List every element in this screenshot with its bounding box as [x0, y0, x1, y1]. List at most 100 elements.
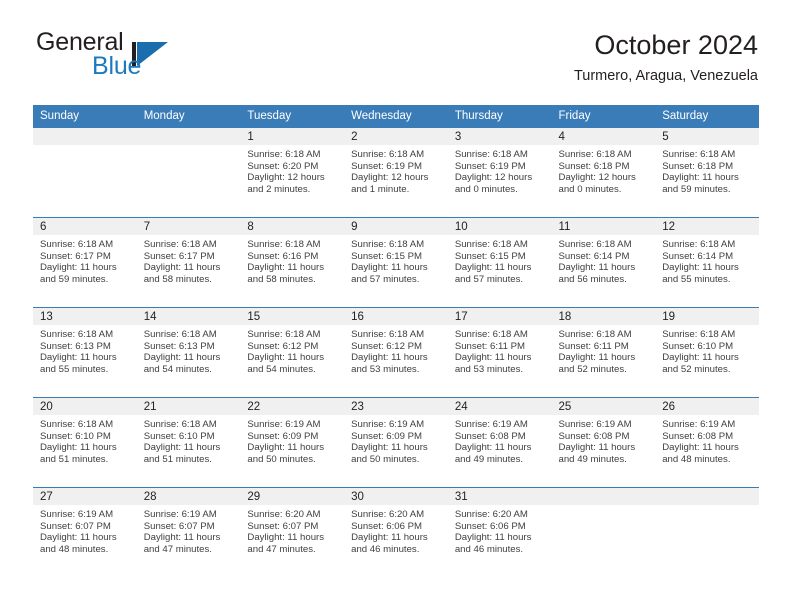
day-number: 12 [655, 218, 759, 235]
day-details: Sunrise: 6:18 AM Sunset: 6:19 PM Daylight:… [448, 145, 552, 195]
calendar-day-cell[interactable]: 11 Sunrise: 6:18 AM Sunset: 6:14 PM Dayligh… [551, 217, 656, 308]
sunset-text: Sunset: 6:18 PM [558, 160, 630, 172]
daylight-text-line1: Daylight: 11 hours [454, 262, 532, 274]
sunrise-text: Sunrise: 6:19 AM [143, 509, 217, 520]
day-number: 10 [447, 218, 552, 235]
sunrise-text: Sunrise: 6:18 AM [662, 329, 736, 340]
day-number: 29 [240, 488, 345, 505]
calendar-day-cell[interactable]: 12 Sunrise: 6:18 AM Sunset: 6:14 PM Dayligh… [655, 217, 759, 308]
calendar-day-cell[interactable]: 4 Sunrise: 6:18 AM Sunset: 6:18 PM Daylight… [551, 127, 656, 218]
sunrise-text: Sunrise: 6:19 AM [351, 419, 425, 430]
day-cell-content: 18 Sunrise: 6:18 AM Sunset: 6:11 PM Dayligh… [551, 308, 656, 397]
calendar-day-cell[interactable]: 5 Sunrise: 6:18 AM Sunset: 6:18 PM Daylight… [655, 127, 759, 218]
day-cell-content: 26 Sunrise: 6:19 AM Sunset: 6:08 PM Dayligh… [655, 398, 759, 487]
sunrise-text: Sunrise: 6:19 AM [662, 419, 736, 430]
sunrise-text: Sunrise: 6:18 AM [558, 329, 632, 340]
calendar-day-cell[interactable]: 26 Sunrise: 6:19 AM Sunset: 6:08 PM Dayligh… [655, 397, 759, 488]
day-number: 8 [240, 218, 345, 235]
day-details: Sunrise: 6:19 AM Sunset: 6:09 PM Daylight:… [240, 415, 344, 465]
calendar-day-cell[interactable]: 22 Sunrise: 6:19 AM Sunset: 6:09 PM Dayligh… [240, 397, 345, 488]
calendar-day-cell[interactable]: 2 Sunrise: 6:18 AM Sunset: 6:19 PM Daylight… [344, 127, 448, 218]
logo-triangle-shape [137, 42, 168, 66]
calendar-day-cell[interactable]: 14 Sunrise: 6:18 AM Sunset: 6:13 PM Dayligh… [136, 307, 241, 398]
day-cell-content: 1 Sunrise: 6:18 AM Sunset: 6:20 PM Daylight… [240, 128, 345, 217]
calendar-day-cell[interactable]: 3 Sunrise: 6:18 AM Sunset: 6:19 PM Daylight… [447, 127, 552, 218]
sunset-text: Sunset: 6:10 PM [40, 430, 111, 442]
daylight-text-line1: Daylight: 12 hours [351, 172, 429, 184]
daylight-text-line2: and 47 minutes. [143, 543, 212, 555]
day-details: Sunrise: 6:18 AM Sunset: 6:15 PM Daylight:… [448, 235, 552, 285]
day-details: Sunrise: 6:19 AM Sunset: 6:09 PM Daylight:… [344, 415, 448, 465]
day-cell-content: 12 Sunrise: 6:18 AM Sunset: 6:14 PM Dayligh… [655, 218, 759, 307]
calendar-day-cell[interactable]: 29 Sunrise: 6:20 AM Sunset: 6:07 PM Dayligh… [240, 487, 345, 578]
sunset-text: Sunset: 6:20 PM [247, 160, 319, 172]
sunrise-text: Sunrise: 6:19 AM [247, 419, 321, 430]
calendar-day-cell[interactable]: 6 Sunrise: 6:18 AM Sunset: 6:17 PM Daylight… [33, 217, 137, 308]
day-cell-content: 30 Sunrise: 6:20 AM Sunset: 6:06 PM Dayligh… [344, 488, 448, 578]
calendar-day-cell[interactable]: 27 Sunrise: 6:19 AM Sunset: 6:07 PM Dayligh… [33, 487, 137, 578]
daylight-text-line2: and 0 minutes. [558, 183, 622, 195]
sunset-text: Sunset: 6:17 PM [143, 250, 215, 262]
calendar-day-cell[interactable]: 16 Sunrise: 6:18 AM Sunset: 6:12 PM Dayligh… [344, 307, 448, 398]
sunrise-text: Sunrise: 6:18 AM [40, 419, 114, 430]
day-cell-content: 6 Sunrise: 6:18 AM Sunset: 6:17 PM Daylight… [33, 218, 137, 307]
daylight-text-line2: and 49 minutes. [558, 453, 627, 465]
calendar-day-cell[interactable]: 25 Sunrise: 6:19 AM Sunset: 6:08 PM Dayligh… [551, 397, 656, 488]
calendar-day-cell[interactable]: 23 Sunrise: 6:19 AM Sunset: 6:09 PM Dayligh… [344, 397, 448, 488]
daylight-text-line1: Daylight: 11 hours [40, 262, 117, 274]
calendar-day-cell[interactable]: 24 Sunrise: 6:19 AM Sunset: 6:08 PM Dayligh… [447, 397, 552, 488]
daylight-text-line1: Daylight: 11 hours [662, 262, 739, 274]
calendar-day-cell[interactable]: 8 Sunrise: 6:18 AM Sunset: 6:16 PM Daylight… [240, 217, 345, 308]
calendar-day-cell[interactable]: 17 Sunrise: 6:18 AM Sunset: 6:11 PM Dayligh… [447, 307, 552, 398]
calendar-day-cell[interactable]: 31 Sunrise: 6:20 AM Sunset: 6:06 PM Dayligh… [447, 487, 552, 578]
daylight-text-line1: Daylight: 12 hours [454, 172, 533, 184]
calendar-day-cell[interactable]: 20 Sunrise: 6:18 AM Sunset: 6:10 PM Dayligh… [33, 397, 137, 488]
sunrise-text: Sunrise: 6:18 AM [143, 329, 217, 340]
day-number: 20 [33, 398, 137, 415]
calendar-header-row: Sunday Monday Tuesday Wednesday Thursday… [33, 105, 759, 128]
day-details: Sunrise: 6:18 AM Sunset: 6:12 PM Daylight:… [344, 325, 448, 375]
day-details: Sunrise: 6:18 AM Sunset: 6:13 PM Daylight:… [137, 325, 241, 375]
day-number: 28 [136, 488, 241, 505]
calendar-day-cell[interactable]: 15 Sunrise: 6:18 AM Sunset: 6:12 PM Dayligh… [240, 307, 345, 398]
sunset-text: Sunset: 6:12 PM [351, 340, 423, 352]
calendar-day-cell[interactable]: 1 Sunrise: 6:18 AM Sunset: 6:20 PM Daylight… [240, 127, 345, 218]
calendar-day-cell[interactable]: 19 Sunrise: 6:18 AM Sunset: 6:10 PM Dayligh… [655, 307, 759, 398]
sunset-text: Sunset: 6:09 PM [351, 430, 423, 442]
sunset-text: Sunset: 6:18 PM [662, 160, 734, 172]
daylight-text-line1: Daylight: 11 hours [143, 352, 221, 364]
day-details: Sunrise: 6:18 AM Sunset: 6:10 PM Daylight:… [33, 415, 137, 465]
day-cell-content: 15 Sunrise: 6:18 AM Sunset: 6:12 PM Dayligh… [240, 308, 345, 397]
daylight-text-line2: and 52 minutes. [662, 363, 731, 375]
calendar-day-cell[interactable]: 10 Sunrise: 6:18 AM Sunset: 6:15 PM Dayligh… [447, 217, 552, 308]
sunset-text: Sunset: 6:19 PM [351, 160, 423, 172]
daylight-text-line1: Daylight: 12 hours [558, 172, 636, 184]
brand-logo[interactable]: General Blue [34, 28, 264, 92]
day-details: Sunrise: 6:20 AM Sunset: 6:06 PM Daylight:… [448, 505, 552, 555]
calendar-day-cell[interactable]: 28 Sunrise: 6:19 AM Sunset: 6:07 PM Dayligh… [136, 487, 241, 578]
sunrise-text: Sunrise: 6:18 AM [247, 239, 321, 250]
daylight-text-line1: Daylight: 11 hours [662, 172, 739, 184]
sunset-text: Sunset: 6:13 PM [143, 340, 215, 352]
day-number [551, 488, 656, 505]
calendar-day-cell[interactable]: 13 Sunrise: 6:18 AM Sunset: 6:13 PM Dayligh… [33, 307, 137, 398]
sunset-text: Sunset: 6:12 PM [247, 340, 319, 352]
day-number: 1 [240, 128, 345, 145]
daylight-text-line2: and 56 minutes. [558, 273, 627, 285]
daylight-text-line1: Daylight: 11 hours [143, 262, 221, 274]
calendar-day-cell[interactable]: 30 Sunrise: 6:20 AM Sunset: 6:06 PM Dayligh… [344, 487, 448, 578]
day-details: Sunrise: 6:18 AM Sunset: 6:16 PM Daylight:… [240, 235, 344, 285]
daylight-text-line1: Daylight: 11 hours [247, 442, 325, 454]
calendar-day-cell[interactable]: 7 Sunrise: 6:18 AM Sunset: 6:17 PM Daylight… [136, 217, 241, 308]
calendar-day-cell[interactable]: 21 Sunrise: 6:18 AM Sunset: 6:10 PM Dayligh… [136, 397, 241, 488]
daylight-text-line2: and 2 minutes. [247, 183, 311, 195]
daylight-text-line2: and 46 minutes. [351, 543, 420, 555]
page-subtitle: Turmero, Aragua, Venezuela [573, 68, 758, 84]
sunrise-text: Sunrise: 6:18 AM [662, 239, 736, 250]
calendar-cell-empty [136, 127, 241, 218]
daylight-text-line2: and 50 minutes. [351, 453, 420, 465]
daylight-text-line1: Daylight: 11 hours [40, 352, 117, 364]
calendar-day-cell[interactable]: 9 Sunrise: 6:18 AM Sunset: 6:15 PM Daylight… [344, 217, 448, 308]
daylight-text-line1: Daylight: 11 hours [40, 532, 117, 544]
calendar-day-cell[interactable]: 18 Sunrise: 6:18 AM Sunset: 6:11 PM Dayligh… [551, 307, 656, 398]
